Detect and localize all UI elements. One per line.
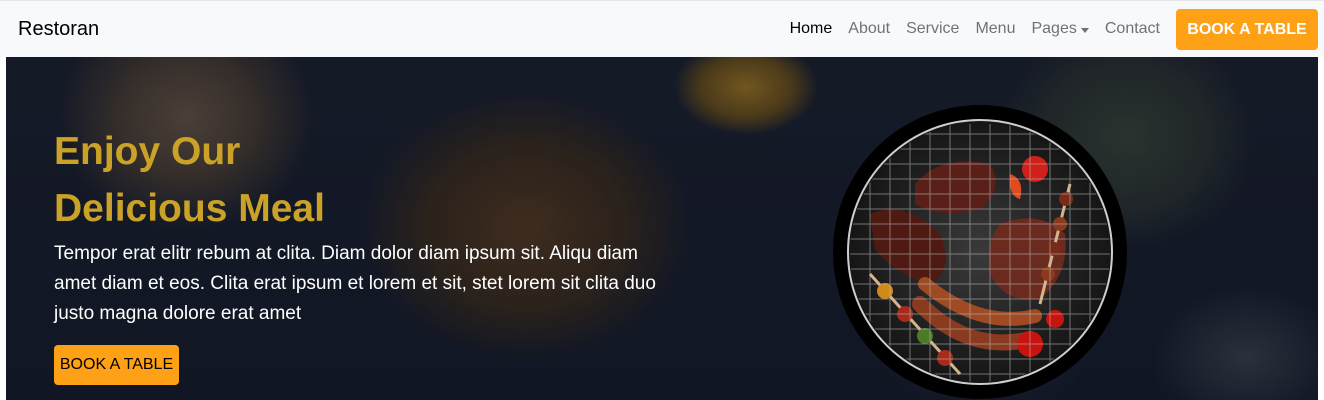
nav-links: Home About Service Menu Pages Contact bbox=[782, 19, 1168, 39]
nav-link-pages-label: Pages bbox=[1031, 20, 1077, 37]
hero-title-line-2: Delicious Meal bbox=[54, 187, 325, 230]
navbar: Restoran Home About Service Menu Pages C… bbox=[0, 0, 1324, 57]
nav-link-about[interactable]: About bbox=[840, 19, 898, 39]
nav-link-home[interactable]: Home bbox=[782, 19, 841, 39]
nav-link-pages[interactable]: Pages bbox=[1023, 19, 1096, 39]
hero-description: Tempor erat elitr rebum at clita. Diam d… bbox=[54, 243, 656, 324]
hero-section: Enjoy Our Delicious Meal Tempor erat eli… bbox=[6, 57, 1318, 400]
book-table-nav-button[interactable]: BOOK A TABLE bbox=[1176, 9, 1318, 50]
bbq-grill-image bbox=[830, 104, 1130, 400]
nav-link-menu[interactable]: Menu bbox=[967, 19, 1023, 39]
nav-link-contact[interactable]: Contact bbox=[1097, 19, 1168, 39]
brand-logo[interactable]: Restoran bbox=[18, 18, 99, 41]
book-table-hero-button[interactable]: BOOK A TABLE bbox=[54, 345, 179, 385]
nav-link-service[interactable]: Service bbox=[898, 19, 967, 39]
hero-title-line-1: Enjoy Our bbox=[54, 130, 241, 173]
chevron-down-icon bbox=[1080, 27, 1089, 33]
